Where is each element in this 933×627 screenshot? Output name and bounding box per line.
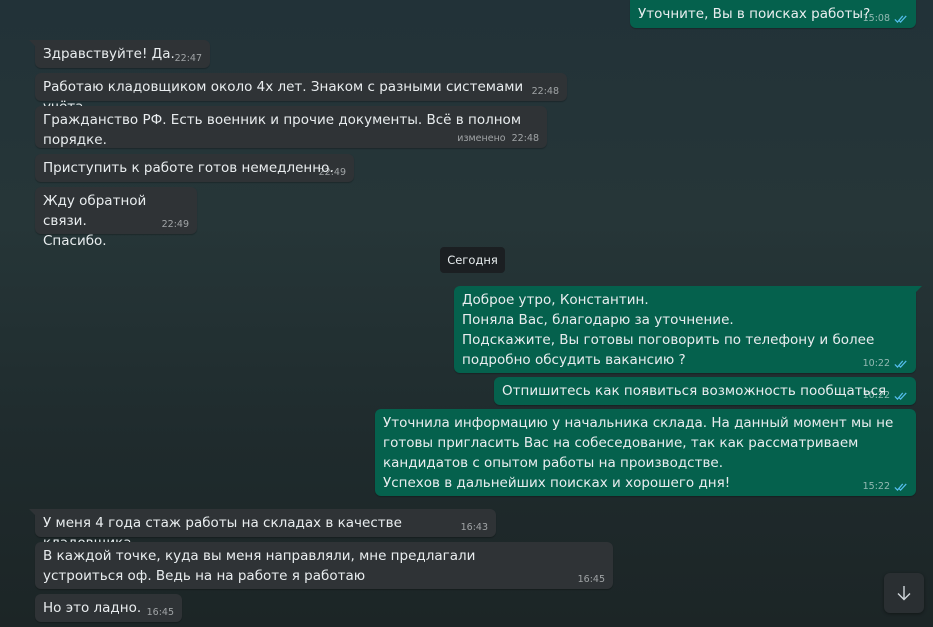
message-time: 10:22 [862,358,890,369]
message-time: 10:22 [862,390,890,401]
message-incoming[interactable]: Работаю кладовщиком около 4х лет. Знаком… [35,73,567,115]
message-meta: изменено 22:48 [457,133,539,145]
message-meta: 15:22 [863,481,908,493]
date-separator: Сегодня [440,247,505,273]
message-time: 16:43 [460,522,488,533]
message-text: Отпишитесь как появиться возможность поо… [502,383,887,399]
scroll-to-bottom-button[interactable] [884,573,924,613]
message-meta: 22:48 [532,86,559,98]
message-meta: 22:47 [175,53,202,65]
message-meta: 16:43 [461,522,488,534]
message-meta: 16:45 [578,574,605,586]
message-meta: 22:49 [162,219,189,231]
message-time: 15:08 [862,13,890,24]
message-outgoing[interactable]: Доброе утро, Константин. Поняла Вас, бла… [454,286,922,373]
double-check-icon [894,392,907,400]
message-time: 16:45 [146,607,174,618]
message-time: 22:49 [161,219,189,230]
message-time: 22:49 [318,167,346,178]
message-meta: 10:22 [863,390,908,402]
bubble-tail [29,40,37,48]
message-time: 22:48 [531,86,559,97]
message-time: 22:47 [174,53,202,64]
message-incoming[interactable]: У меня 4 года стаж работы на складах в к… [29,509,496,551]
message-outgoing[interactable]: Уточнила информацию у начальника склада.… [375,409,916,496]
message-text: Доброе утро, Константин. Поняла Вас, бла… [462,292,875,368]
message-time: 22:48 [511,133,539,144]
double-check-icon [894,15,907,23]
message-meta: 15:08 [863,13,908,25]
message-incoming[interactable]: В каждой точке, куда вы меня направляли,… [35,542,613,589]
message-incoming[interactable]: Но это ладно. 16:45 [35,594,182,622]
message-text: Приступить к работе готов немедленно. [43,160,334,176]
message-meta: 10:22 [863,358,908,370]
message-incoming[interactable]: Здравствуйте! Да. 22:47 [29,40,210,68]
message-incoming[interactable]: Жду обратной связи. Спасибо. 22:49 [35,187,197,249]
message-incoming[interactable]: Приступить к работе готов немедленно. 22… [35,154,354,182]
edited-label: изменено [457,133,506,144]
bubble-tail [29,509,37,517]
message-incoming[interactable]: Гражданство РФ. Есть военник и прочие до… [35,106,547,148]
message-outgoing[interactable]: Уточните, Вы в поисках работы? 15:08 [630,0,916,28]
message-text: В каждой точке, куда вы меня направляли,… [43,548,480,584]
message-outgoing[interactable]: Отпишитесь как появиться возможность поо… [494,377,916,405]
message-meta: 22:49 [319,167,346,179]
double-check-icon [894,483,907,491]
double-check-icon [894,360,907,368]
message-time: 15:22 [862,481,890,492]
message-meta: 16:45 [147,607,174,619]
message-text: Уточнила информацию у начальника склада.… [383,415,894,491]
chevron-down-icon [897,586,911,601]
bubble-tail [914,286,922,294]
chat-panel: Уточните, Вы в поисках работы? 15:08 Здр… [0,0,933,627]
message-time: 16:45 [577,574,605,585]
